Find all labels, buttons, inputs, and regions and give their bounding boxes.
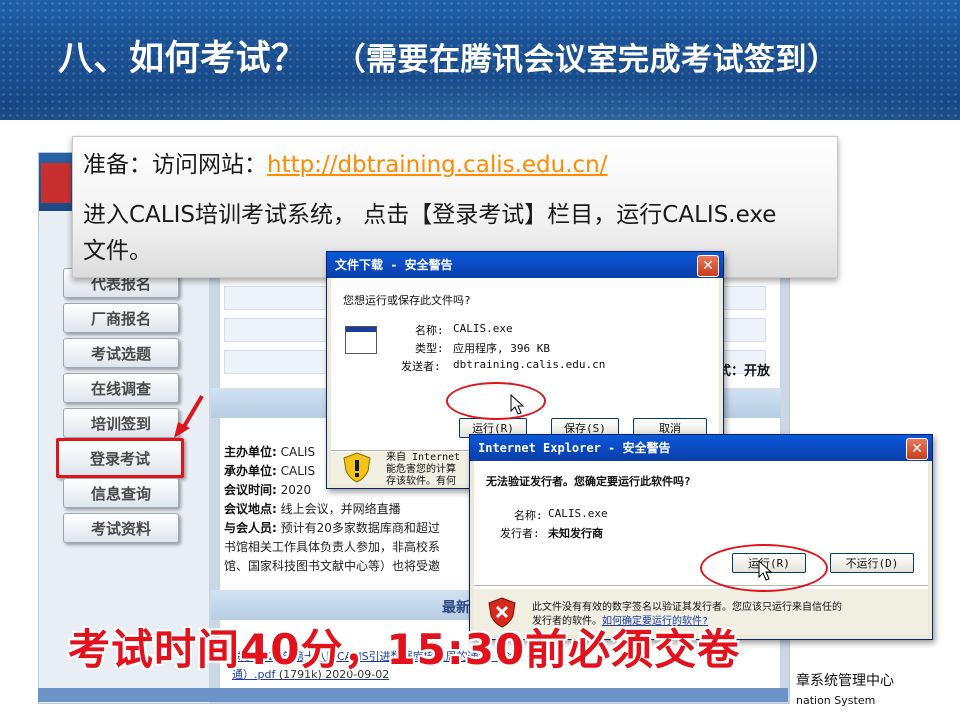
menu-item-xinxi-chaxun[interactable]: 信息查询 [63, 478, 179, 508]
file-type-value: 应用程序, 396 KB [453, 342, 550, 355]
dialog-separator [474, 585, 928, 586]
file-name-value: CALIS.exe [548, 507, 608, 520]
file-name-value: CALIS.exe [453, 322, 513, 335]
instruction-line-1: 准备：访问网站：http://dbtraining.calis.edu.cn/ [83, 145, 608, 179]
publisher-value: 未知发行商 [548, 527, 603, 540]
mouse-pointer-icon [510, 394, 525, 415]
info-value: 线上会议，并网络直播 [280, 502, 401, 516]
close-icon[interactable]: ✕ [697, 255, 719, 277]
dialog-question: 无法验证发行者。您确定要运行此软件吗? [486, 475, 691, 488]
info-value: 2020 [280, 483, 312, 497]
slide-title-sub: （需要在腾讯会议室完成考试签到） [334, 42, 839, 78]
info-label: 与会人员: [224, 521, 277, 535]
file-name-label: 名称: [514, 509, 543, 522]
info-row: 书馆相关工作具体负责人参加，非高校系 [224, 538, 440, 555]
training-url-link[interactable]: http://dbtraining.calis.edu.cn/ [267, 152, 608, 178]
info-value: 书馆相关工作具体负责人参加，非高校系 [224, 540, 441, 554]
info-row: 会议地点: 线上会议，并网络直播 [224, 500, 401, 517]
footer-org-en: nation System [796, 694, 876, 707]
info-row: 承办单位: CALIS [224, 462, 315, 479]
application-file-icon [345, 326, 377, 354]
dialog-question: 您想运行或保存此文件吗? [343, 294, 471, 307]
exam-time-notice: 考试时间40分，15:30前必须交卷 [68, 625, 741, 674]
menu-item-label: 考试选题 [90, 344, 151, 363]
file-sender-value: dbtraining.calis.edu.cn [453, 358, 606, 371]
menu-item-label: 厂商报名 [90, 309, 151, 328]
info-label: 承办单位: [224, 464, 277, 478]
close-icon[interactable]: ✕ [906, 438, 928, 460]
info-row: 会议时间: 2020 [224, 481, 311, 498]
website-logo [41, 163, 71, 203]
menu-item-label: 培训签到 [90, 414, 151, 433]
status-text: 式：开放 [718, 364, 771, 379]
security-shield-icon [343, 452, 371, 483]
latest-label: 最新 [442, 600, 470, 616]
info-value: 馆、国家科技图书文献中心等）也将受邀 [224, 559, 441, 573]
instruction-prefix: 准备：访问网站： [83, 152, 267, 178]
dialog-titlebar: Internet Explorer - 安全警告 [470, 435, 932, 461]
info-label: 会议时间: [224, 483, 277, 497]
menu-item-kaoshi-xuanti[interactable]: 考试选题 [63, 338, 179, 368]
website-bottom-band [38, 688, 788, 702]
info-row: 主办单位: CALIS [224, 443, 315, 460]
menu-item-label: 在线调查 [90, 379, 151, 398]
menu-item-label: 考试资料 [90, 519, 151, 538]
file-type-label: 类型: [415, 342, 444, 355]
menu-item-zaixian-diaocha[interactable]: 在线调查 [63, 373, 179, 403]
dont-run-button[interactable]: 不运行(D) [830, 553, 914, 573]
menu-item-kaoshi-ziliao[interactable]: 考试资料 [63, 513, 179, 543]
footer-org-cn: 章系统管理中心 [796, 673, 894, 689]
red-arrow-icon [174, 394, 204, 438]
download-warning-line-3: 存该软件。有何 [386, 476, 456, 487]
info-row: 馆、国家科技图书文献中心等）也将受邀 [224, 557, 440, 574]
info-value: 预计有20多家数据库商和超过 [280, 521, 440, 535]
menu-item-changshang[interactable]: 厂商报名 [63, 303, 179, 333]
info-value: CALIS [280, 445, 316, 459]
dialog-title: Internet Explorer - 安全警告 [478, 441, 671, 455]
publisher-label: 发行者: [500, 527, 540, 540]
ie-warning-line-1: 此文件没有有效的数字签名以验证其发行者。您应该只运行来自信任的 [532, 602, 842, 613]
mouse-pointer-icon [758, 560, 773, 581]
file-name-label: 名称: [415, 324, 444, 337]
menu-item-label: 登录考试 [89, 449, 150, 468]
info-label: 主办单位: [224, 445, 277, 459]
dialog-title: 文件下载 - 安全警告 [335, 258, 453, 272]
menu-item-peixun-qiandao[interactable]: 培训签到 [63, 408, 179, 438]
info-value: CALIS [280, 464, 316, 478]
menu-item-denglu-kaoshi[interactable]: 登录考试 [56, 438, 184, 478]
slide-title-main: 八、如何考试？ [58, 39, 307, 79]
dialog-titlebar: 文件下载 - 安全警告 [327, 252, 723, 278]
file-sender-label: 发送者: [401, 360, 441, 373]
menu-item-label: 信息查询 [90, 484, 151, 503]
slide-title: 八、如何考试？ （需要在腾讯会议室完成考试签到） [58, 30, 839, 81]
info-row: 与会人员: 预计有20多家数据库商和超过 [224, 519, 440, 536]
info-label: 会议地点: [224, 502, 277, 516]
highlight-ellipse [446, 382, 546, 420]
